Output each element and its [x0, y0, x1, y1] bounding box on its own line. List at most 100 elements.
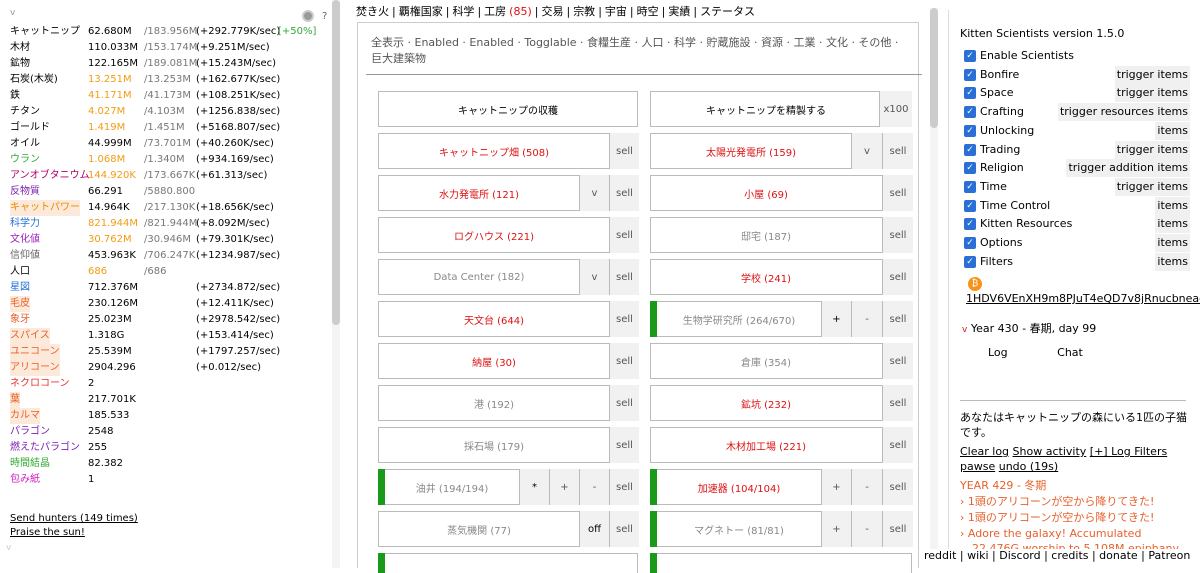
observatory-button[interactable]: 天文台 (644) sell	[378, 301, 639, 337]
tab-item[interactable]: 交易	[541, 5, 563, 18]
option-links[interactable]: trigger items	[1114, 140, 1190, 159]
hydro-plant-button[interactable]: 水力発電所 (121) v sell	[378, 175, 639, 211]
tab-item[interactable]: 科学	[452, 5, 474, 18]
sell-button[interactable]: sell	[609, 217, 639, 253]
minus-button[interactable]: -	[851, 511, 882, 547]
sell-button[interactable]: sell	[882, 133, 913, 169]
sell-button[interactable]: sell	[609, 343, 639, 379]
left-scrollbar[interactable]	[332, 0, 340, 325]
help-icon[interactable]: ?	[322, 11, 327, 22]
option-links[interactable]: items	[1155, 196, 1190, 215]
academy-button[interactable]: 学校 (241) sell	[650, 259, 913, 295]
sell-button[interactable]: sell	[882, 469, 913, 505]
option-links[interactable]: trigger addition items	[1066, 159, 1190, 178]
checkbox[interactable]: ✓	[964, 87, 976, 100]
sell-button[interactable]: sell	[609, 427, 639, 463]
sell-button[interactable]: sell	[882, 343, 913, 379]
sell-button[interactable]: sell	[882, 175, 913, 211]
checkbox[interactable]: ✓	[964, 162, 976, 175]
option-links[interactable]: trigger resources items	[1057, 103, 1190, 122]
mansion-button[interactable]: 邸宅 (187) sell	[650, 217, 913, 253]
warehouse-button[interactable]: 倉庫 (354) sell	[650, 343, 913, 379]
tab-item[interactable]: 実績	[668, 5, 690, 18]
checkbox[interactable]: ✓	[964, 143, 976, 156]
tab-item[interactable]: 宗教	[573, 5, 595, 18]
star-button[interactable]: *	[519, 469, 549, 505]
plus-button[interactable]: +	[821, 301, 851, 337]
option-links[interactable]: items	[1155, 121, 1190, 140]
minus-button[interactable]: -	[851, 469, 882, 505]
option-links[interactable]: items	[1155, 252, 1190, 271]
checkbox[interactable]: ✓	[964, 124, 976, 137]
sell-button[interactable]: sell	[882, 385, 913, 421]
checkbox[interactable]: ✓	[964, 218, 976, 231]
option-links[interactable]: trigger items	[1114, 177, 1190, 196]
accelerator-button[interactable]: 加速器 (104/104) + - sell	[650, 469, 913, 505]
sell-button[interactable]: sell	[609, 385, 639, 421]
tab-log[interactable]: Log	[988, 346, 1008, 359]
show-activity-link[interactable]: Show activity	[1013, 445, 1087, 458]
gather-catnip-button[interactable]: キャットニップの収穫	[378, 91, 638, 127]
steamworks-button[interactable]: 蒸気機関 (77) off sell	[378, 511, 639, 547]
magneto-button[interactable]: マグネトー (81/81) + - sell	[650, 511, 913, 547]
sell-button[interactable]: sell	[609, 301, 639, 337]
option-links[interactable]: trigger items	[1114, 84, 1190, 103]
tab-item[interactable]: ステータス	[700, 5, 755, 18]
sell-button[interactable]: sell	[882, 511, 913, 547]
barn-button[interactable]: 納屋 (30) sell	[378, 343, 639, 379]
bio-lab-button[interactable]: 生物学研究所 (264/670) + - sell	[650, 301, 913, 337]
tab-item[interactable]: 工房 (85)	[484, 5, 532, 18]
checkbox[interactable]: ✓	[964, 237, 976, 249]
checkbox[interactable]: ✓	[964, 50, 976, 62]
x100-button[interactable]: x100	[879, 91, 912, 127]
plus-button[interactable]: +	[549, 469, 579, 505]
lumber-mill-button[interactable]: 木材加工場 (221) sell	[650, 427, 913, 463]
sell-button[interactable]: sell	[882, 217, 913, 253]
oil-well-button[interactable]: 油井 (194/194) * + - sell	[378, 469, 639, 505]
sell-button[interactable]: sell	[882, 301, 913, 337]
partial-building-button[interactable]	[650, 553, 912, 573]
checkbox[interactable]: ✓	[964, 106, 976, 119]
catnip-field-button[interactable]: キャットニップ畑 (508) sell	[378, 133, 639, 169]
sell-button[interactable]: sell	[609, 469, 639, 505]
sell-button[interactable]: sell	[609, 175, 639, 211]
sell-button[interactable]: sell	[609, 511, 639, 547]
toggle-button[interactable]: v	[579, 259, 609, 295]
gear-icon[interactable]	[302, 10, 314, 22]
tab-chat[interactable]: Chat	[1057, 346, 1083, 359]
undo-link[interactable]: undo (19s)	[999, 460, 1058, 473]
send-hunters-link[interactable]: Send hunters (149 times)	[10, 513, 138, 524]
toggle-button[interactable]: v	[579, 175, 609, 211]
tab-item[interactable]: 覇権国家	[399, 5, 443, 18]
plus-button[interactable]: +	[821, 469, 851, 505]
off-button[interactable]: off	[579, 511, 609, 547]
refine-catnip-button[interactable]: キャットニップを精製する x100	[650, 91, 912, 127]
tab-item[interactable]: 焚き火	[356, 5, 389, 18]
plus-button[interactable]: +	[821, 511, 851, 547]
praise-sun-link[interactable]: Praise the sun!	[10, 527, 85, 538]
tab-item[interactable]: 時空	[637, 5, 659, 18]
option-links[interactable]: items	[1155, 215, 1190, 234]
clear-log-link[interactable]: Clear log	[960, 445, 1009, 458]
log-filters-link[interactable]: [+] Log Filters	[1090, 445, 1167, 458]
hut-button[interactable]: 小屋 (69) sell	[650, 175, 913, 211]
footer-links[interactable]: reddit | wiki | Discord | credits | dona…	[924, 549, 1191, 562]
data-center-button[interactable]: Data Center (182) v sell	[378, 259, 639, 295]
sell-button[interactable]: sell	[609, 259, 639, 295]
checkbox[interactable]: ✓	[964, 180, 976, 193]
pause-link[interactable]: pawse	[960, 460, 995, 473]
main-scrollbar[interactable]	[930, 8, 938, 128]
minus-button[interactable]: -	[851, 301, 882, 337]
log-house-button[interactable]: ログハウス (221) sell	[378, 217, 639, 253]
sell-button[interactable]: sell	[609, 133, 639, 169]
partial-building-button[interactable]	[378, 553, 638, 573]
filter-line-1[interactable]: 全表示 · Enabled · Enabled · Togglable · 食糧…	[371, 35, 911, 51]
checkbox[interactable]: ✓	[964, 255, 976, 268]
filter-line-2[interactable]: 巨大建築物	[371, 51, 911, 67]
toggle-button[interactable]: v	[851, 133, 882, 169]
collapse-toggle[interactable]: v	[10, 8, 15, 18]
checkbox[interactable]: ✓	[964, 199, 976, 212]
sell-button[interactable]: sell	[882, 259, 913, 295]
sell-button[interactable]: sell	[882, 427, 913, 463]
bottom-collapse[interactable]: v	[6, 543, 11, 553]
